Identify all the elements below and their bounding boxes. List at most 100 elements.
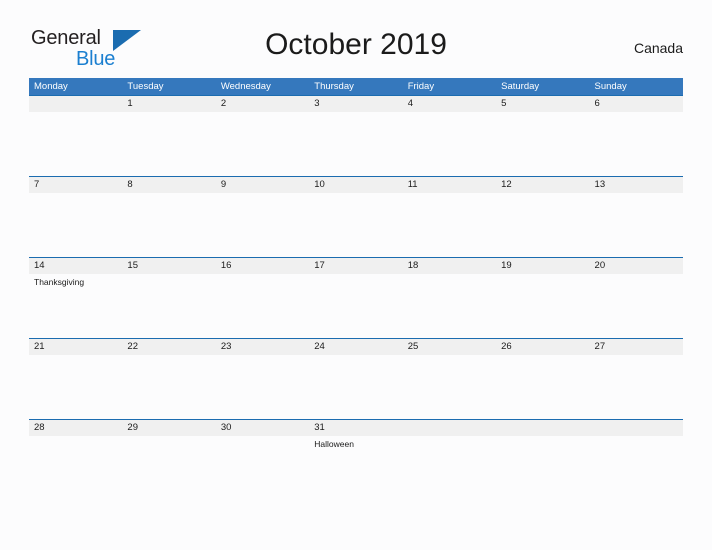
- day-cell[interactable]: 18: [403, 258, 496, 339]
- day-event: [127, 274, 215, 276]
- day-cell[interactable]: 6: [590, 96, 683, 177]
- day-number: 1: [127, 98, 133, 109]
- day-event: [314, 112, 402, 114]
- day-event: [127, 355, 215, 357]
- day-number: 16: [220, 260, 232, 271]
- day-event: [314, 193, 402, 195]
- day-event: [408, 436, 496, 438]
- day-cell[interactable]: [403, 420, 496, 501]
- day-cell[interactable]: [496, 420, 589, 501]
- day-cell[interactable]: [590, 420, 683, 501]
- day-event: [595, 112, 683, 114]
- day-cell[interactable]: 24: [309, 339, 402, 420]
- page-title: October 2019: [265, 28, 447, 61]
- day-event: [127, 436, 215, 438]
- day-number: 27: [594, 341, 606, 352]
- day-number: 6: [594, 98, 600, 109]
- day-number: 31: [314, 422, 325, 433]
- day-event: [595, 274, 683, 276]
- day-cell[interactable]: 28: [29, 420, 122, 501]
- day-cell[interactable]: 17: [309, 258, 402, 339]
- calendar-grid: Monday Tuesday Wednesday Thursday Friday…: [29, 78, 683, 500]
- day-cell[interactable]: 31 Halloween: [309, 420, 402, 501]
- day-cell[interactable]: 12: [496, 177, 589, 258]
- calendar-page: General Blue October 2019 Canada Monday …: [0, 0, 712, 550]
- day-cell[interactable]: 5: [496, 96, 589, 177]
- day-event: [314, 274, 402, 276]
- day-event: [501, 112, 589, 114]
- day-event: [34, 112, 122, 114]
- day-number: 17: [314, 260, 325, 271]
- day-number: [408, 420, 496, 436]
- day-cell[interactable]: 30: [216, 420, 309, 501]
- day-cell[interactable]: 2: [216, 96, 309, 177]
- day-cell[interactable]: 26: [496, 339, 589, 420]
- day-number: 10: [314, 179, 325, 190]
- day-of-week-header-row: Monday Tuesday Wednesday Thursday Friday…: [29, 78, 683, 95]
- week-row: 1 2 3 4 5 6: [29, 95, 683, 176]
- day-event: [501, 355, 589, 357]
- day-cell[interactable]: 20: [590, 258, 683, 339]
- day-number: 19: [501, 260, 512, 271]
- day-event: [408, 112, 496, 114]
- day-number: 25: [407, 341, 419, 352]
- day-number: 22: [127, 341, 138, 352]
- day-event: [501, 436, 589, 438]
- day-cell[interactable]: 22: [122, 339, 215, 420]
- day-cell[interactable]: 19: [496, 258, 589, 339]
- day-cell[interactable]: 25: [403, 339, 496, 420]
- day-event: [408, 355, 496, 357]
- day-cell[interactable]: 13: [590, 177, 683, 258]
- day-cell[interactable]: 9: [216, 177, 309, 258]
- day-number: 14: [34, 260, 45, 271]
- day-event: [595, 193, 683, 195]
- dow-thursday: Thursday: [314, 81, 354, 92]
- day-cell[interactable]: 15: [122, 258, 215, 339]
- day-cell[interactable]: 29: [122, 420, 215, 501]
- dow-monday: Monday: [34, 81, 68, 92]
- day-number: 18: [407, 260, 419, 271]
- day-number: 9: [220, 179, 227, 190]
- day-event: [34, 436, 122, 438]
- week-row: 7 8 9 10 11 12 13: [29, 176, 683, 257]
- day-event: [221, 112, 309, 114]
- day-cell[interactable]: 23: [216, 339, 309, 420]
- day-cell[interactable]: 1: [122, 96, 215, 177]
- day-cell[interactable]: 21: [29, 339, 122, 420]
- day-number: 26: [501, 341, 512, 352]
- day-cell[interactable]: 7: [29, 177, 122, 258]
- day-event: [221, 274, 309, 276]
- day-event: [34, 355, 122, 357]
- day-event: [34, 193, 122, 195]
- day-cell[interactable]: 4: [403, 96, 496, 177]
- day-number: 23: [220, 341, 232, 352]
- dow-saturday: Saturday: [501, 81, 540, 92]
- day-event: [221, 436, 309, 438]
- day-cell[interactable]: [29, 96, 122, 177]
- day-cell[interactable]: 10: [309, 177, 402, 258]
- day-event: [501, 274, 589, 276]
- day-event: [595, 355, 683, 357]
- day-event: [127, 112, 215, 114]
- day-cell[interactable]: 27: [590, 339, 683, 420]
- dow-tuesday: Tuesday: [127, 81, 164, 92]
- week-row: 28 29 30 31 Halloween: [29, 419, 683, 500]
- day-number: 8: [127, 179, 133, 190]
- day-number: 30: [220, 422, 232, 433]
- day-number: 29: [127, 422, 138, 433]
- day-number: 28: [34, 422, 45, 433]
- day-number: 24: [314, 341, 325, 352]
- page-header: General Blue October 2019 Canada: [29, 26, 683, 72]
- day-cell[interactable]: 3: [309, 96, 402, 177]
- day-event: [127, 193, 215, 195]
- day-number: 12: [501, 179, 512, 190]
- dow-friday: Friday: [407, 81, 435, 92]
- day-event: [501, 193, 589, 195]
- day-event: [221, 355, 309, 357]
- day-cell[interactable]: 8: [122, 177, 215, 258]
- day-event: Halloween: [314, 439, 354, 449]
- week-row: 21 22 23 24 25 26 27: [29, 338, 683, 419]
- day-cell[interactable]: 14 Thanksgiving: [29, 258, 122, 339]
- day-cell[interactable]: 16: [216, 258, 309, 339]
- day-cell[interactable]: 11: [403, 177, 496, 258]
